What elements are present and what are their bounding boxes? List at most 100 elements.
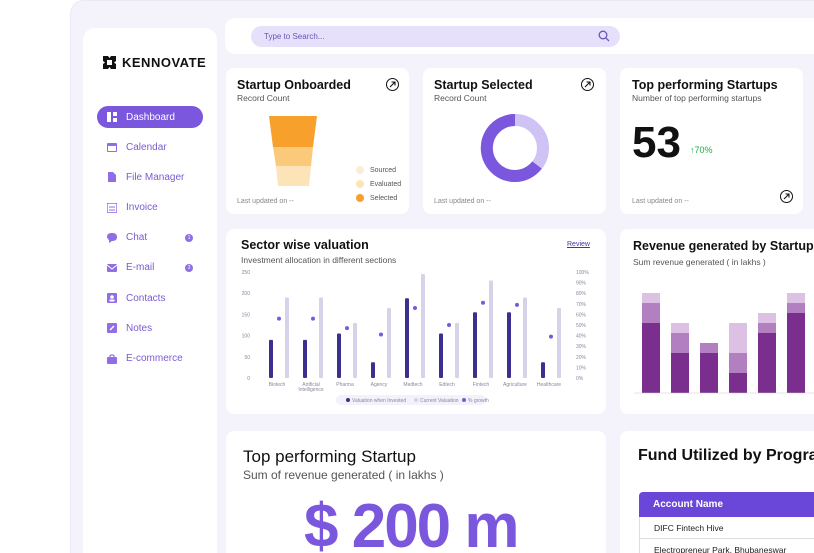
sidebar-item-label: File Manager [126,171,185,183]
revenue-bar-segment [671,323,689,333]
donut-chart [480,113,549,182]
revenue-bar-segment [671,333,689,353]
revenue-bar-segment [642,323,660,393]
bar-valuation-invested [337,333,341,378]
sidebar-item-label: Chat [126,232,148,244]
bar-current-valuation [387,308,391,378]
growth-point [311,316,315,321]
open-arrow-icon[interactable] [581,78,594,91]
growth-point [447,323,451,327]
bar-current-valuation [523,297,527,378]
sector-valuation-chart: 0 50 100 150 200 250 0% 10% 20% 30% 40% 50% 60% 70% 80… [242,270,589,405]
top-startup-card: Top performing Startup Sum of revenue ge… [226,431,606,553]
last-updated: Last updated on -- [434,198,491,205]
search-bar[interactable] [251,26,620,47]
top-performing-count: 53 [632,118,681,167]
search-input[interactable] [264,32,584,41]
y2-tick-label: 10% [576,365,587,371]
sidebar-item-dashboard[interactable]: Dashboard [97,106,203,128]
chart-legend: Valuation when Invested Current Valuation… [336,395,489,405]
table-row[interactable]: Electropreneur Park, Bhubaneswar [639,539,814,553]
bar-current-valuation [557,308,561,378]
revenue-bar-segment [700,343,718,353]
legend-item: Selected [356,194,401,202]
card-title: Top performing Startup [243,447,416,466]
growth-point [481,300,485,305]
top-startup-revenue: $ 200 m [304,492,520,553]
legend-dot [346,398,350,402]
growth-indicator: ↑70% [690,145,713,155]
x-tick-label: Pharma [336,382,354,388]
chat-badge: 1 [185,233,193,242]
sidebar-item-chat[interactable]: Chat 1 [97,227,203,249]
sidebar-item-contacts[interactable]: Contacts [97,287,203,309]
revenue-bar-segment [758,313,776,323]
bar-valuation-invested [439,333,443,378]
x-tick-label: Edtech [439,382,455,388]
revenue-bar-segment [729,323,747,353]
sidebar-item-email[interactable]: E-mail 3 [97,257,203,279]
card-title: Startup Selected [434,78,533,92]
card-title: Fund Utilized by Program [638,447,814,464]
revenue-bar-segment [642,293,660,303]
file-icon [108,172,116,183]
sidebar-item-label: Dashboard [126,111,175,123]
growth-point [345,326,349,331]
revenue-bar-segment [642,303,660,323]
sidebar: KENNOVATE Dashboard Calendar File Manage… [83,28,217,553]
sidebar-item-label: Calendar [126,141,167,153]
bar-valuation-invested [507,312,511,378]
sidebar-item-invoice[interactable]: Invoice [97,197,203,219]
startup-selected-card: Startup Selected Record Count Last updat… [423,68,606,214]
revenue-bar-segment [671,353,689,393]
sidebar-item-label: Contacts [126,292,166,304]
ecommerce-icon [107,353,117,364]
sidebar-item-label: E-commerce [126,353,183,364]
card-subtitle: Record Count [237,93,290,103]
revenue-bar-segment [729,373,747,393]
contacts-icon [107,293,117,304]
search-icon[interactable] [598,30,610,42]
sidebar-item-ecommerce[interactable]: E-commerce [97,348,203,370]
card-title: Top performing Startups [632,78,778,92]
sidebar-item-label: E-mail [126,262,155,274]
revenue-bar-segment [758,323,776,333]
bar-valuation-invested [405,298,409,378]
y-tick-label: 50 [244,355,250,361]
y2-tick-label: 90% [576,281,587,287]
notes-icon [107,323,117,334]
legend-label: Current Valuation [420,398,459,404]
bar-current-valuation [455,322,459,378]
x-tick-label: Biotech [269,382,286,388]
open-arrow-icon[interactable] [386,78,399,91]
legend-item: Evaluated [356,180,401,188]
growth-point [379,332,383,337]
y2-tick-label: 80% [576,291,587,297]
y-tick-label: 0 [247,376,250,382]
table-row[interactable]: DIFC Fintech Hive [639,517,814,539]
sidebar-item-file-manager[interactable]: File Manager [97,166,203,188]
bar-valuation-invested [371,362,375,378]
revenue-bar-segment [787,313,805,393]
bar-valuation-invested [269,339,273,378]
legend-item: Sourced [356,166,401,174]
sector-valuation-card: Sector wise valuation Investment allocat… [226,229,606,414]
x-tick-label: Agency [371,382,388,388]
revenue-card: Revenue generated by Startups Sum revenu… [620,229,814,414]
x-tick-label: Healthcare [537,382,561,388]
sidebar-item-label: Invoice [126,202,158,214]
sidebar-item-calendar[interactable]: Calendar [97,136,203,158]
invoice-icon [107,202,117,213]
legend-label: Valuation when Invested [352,398,406,404]
logo: KENNOVATE [103,55,206,70]
bar-valuation-invested [541,362,545,378]
x-tick-label: Agriculture [503,382,527,388]
x-tick-label: Intelligence [298,387,324,393]
card-subtitle: Number of top performing startups [632,93,762,103]
sidebar-item-notes[interactable]: Notes [97,317,203,339]
card-subtitle: Sum of revenue generated ( in lakhs ) [243,468,444,482]
y2-tick-label: 0% [576,376,584,382]
funnel-chart [269,116,317,186]
open-arrow-icon[interactable] [780,190,793,203]
growth-point [515,302,519,307]
